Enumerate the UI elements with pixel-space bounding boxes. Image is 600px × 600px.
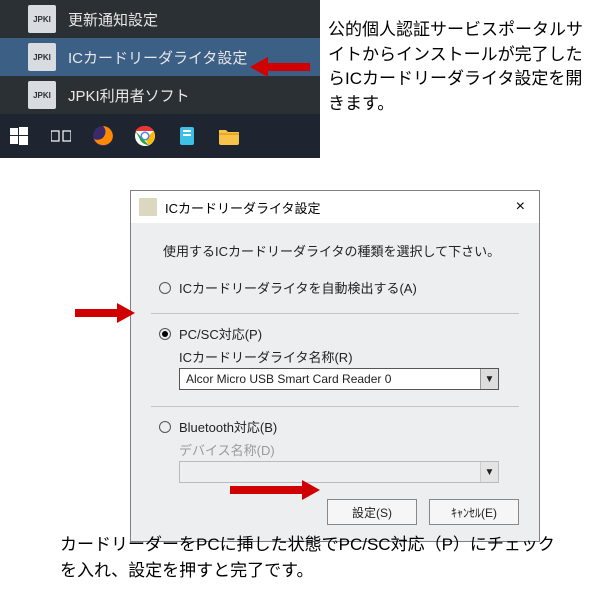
task-view-icon[interactable] [46,121,76,151]
annotation-text-2: カードリーダーをPCに挿した状態でPC/SC対応（P）にチェックを入れ、設定を押… [60,532,560,583]
jpki-icon: JPKI [28,43,56,71]
radio-icon [159,421,171,433]
start-button[interactable] [4,121,34,151]
explorer-icon[interactable] [214,121,244,151]
menu-item-label: JPKI利用者ソフト [68,85,190,106]
chevron-down-icon: ▼ [480,462,498,482]
dialog-instruction: 使用するICカードリーダライタの種類を選択して下さい。 [163,241,519,260]
pcsc-name-label: ICカードリーダライタ名称(R) [179,347,519,366]
menu-item-label: ICカードリーダライタ設定 [68,47,247,68]
close-button[interactable]: × [510,198,531,216]
radio-pcsc[interactable]: PC/SC対応(P) [159,324,519,343]
bt-name-label: デバイス名称(D) [179,440,519,459]
reader-app-icon[interactable] [172,121,202,151]
dropdown-value: Alcor Micro USB Smart Card Reader 0 [180,372,480,386]
radio-icon [159,282,171,294]
radio-auto-detect[interactable]: ICカードリーダライタを自動検出する(A) [159,278,519,297]
taskbar [0,114,320,158]
annotation-text-1: 公的個人認証サービスポータルサイトからインストールが完了したらICカードリーダラ… [328,18,588,117]
cancel-button[interactable]: ｷｬﾝｾﾙ(E) [429,499,519,525]
menu-item-label: 更新通知設定 [68,9,158,30]
dialog-title: ICカードリーダライタ設定 [165,198,510,217]
radio-icon [159,328,171,340]
pcsc-reader-dropdown[interactable]: Alcor Micro USB Smart Card Reader 0 ▼ [179,368,499,390]
jpki-icon: JPKI [28,5,56,33]
radio-label: ICカードリーダライタを自動検出する(A) [179,278,417,297]
chevron-down-icon: ▼ [480,369,498,389]
annotation-arrow-icon [250,55,310,85]
radio-bluetooth[interactable]: Bluetooth対応(B) [159,417,519,436]
chrome-icon[interactable] [130,121,160,151]
jpki-icon: JPKI [28,81,56,109]
bt-device-dropdown: ▼ [179,461,499,483]
settings-button[interactable]: 設定(S) [327,499,417,525]
menu-item-update-notify[interactable]: JPKI 更新通知設定 [0,0,320,38]
radio-label: PC/SC対応(P) [179,324,262,343]
firefox-icon[interactable] [88,121,118,151]
ic-card-settings-dialog: ICカードリーダライタ設定 × 使用するICカードリーダライタの種類を選択して下… [130,190,540,542]
dialog-icon [139,198,157,216]
annotation-arrow-icon [75,301,135,331]
annotation-arrow-icon [230,478,320,508]
radio-label: Bluetooth対応(B) [179,417,277,436]
